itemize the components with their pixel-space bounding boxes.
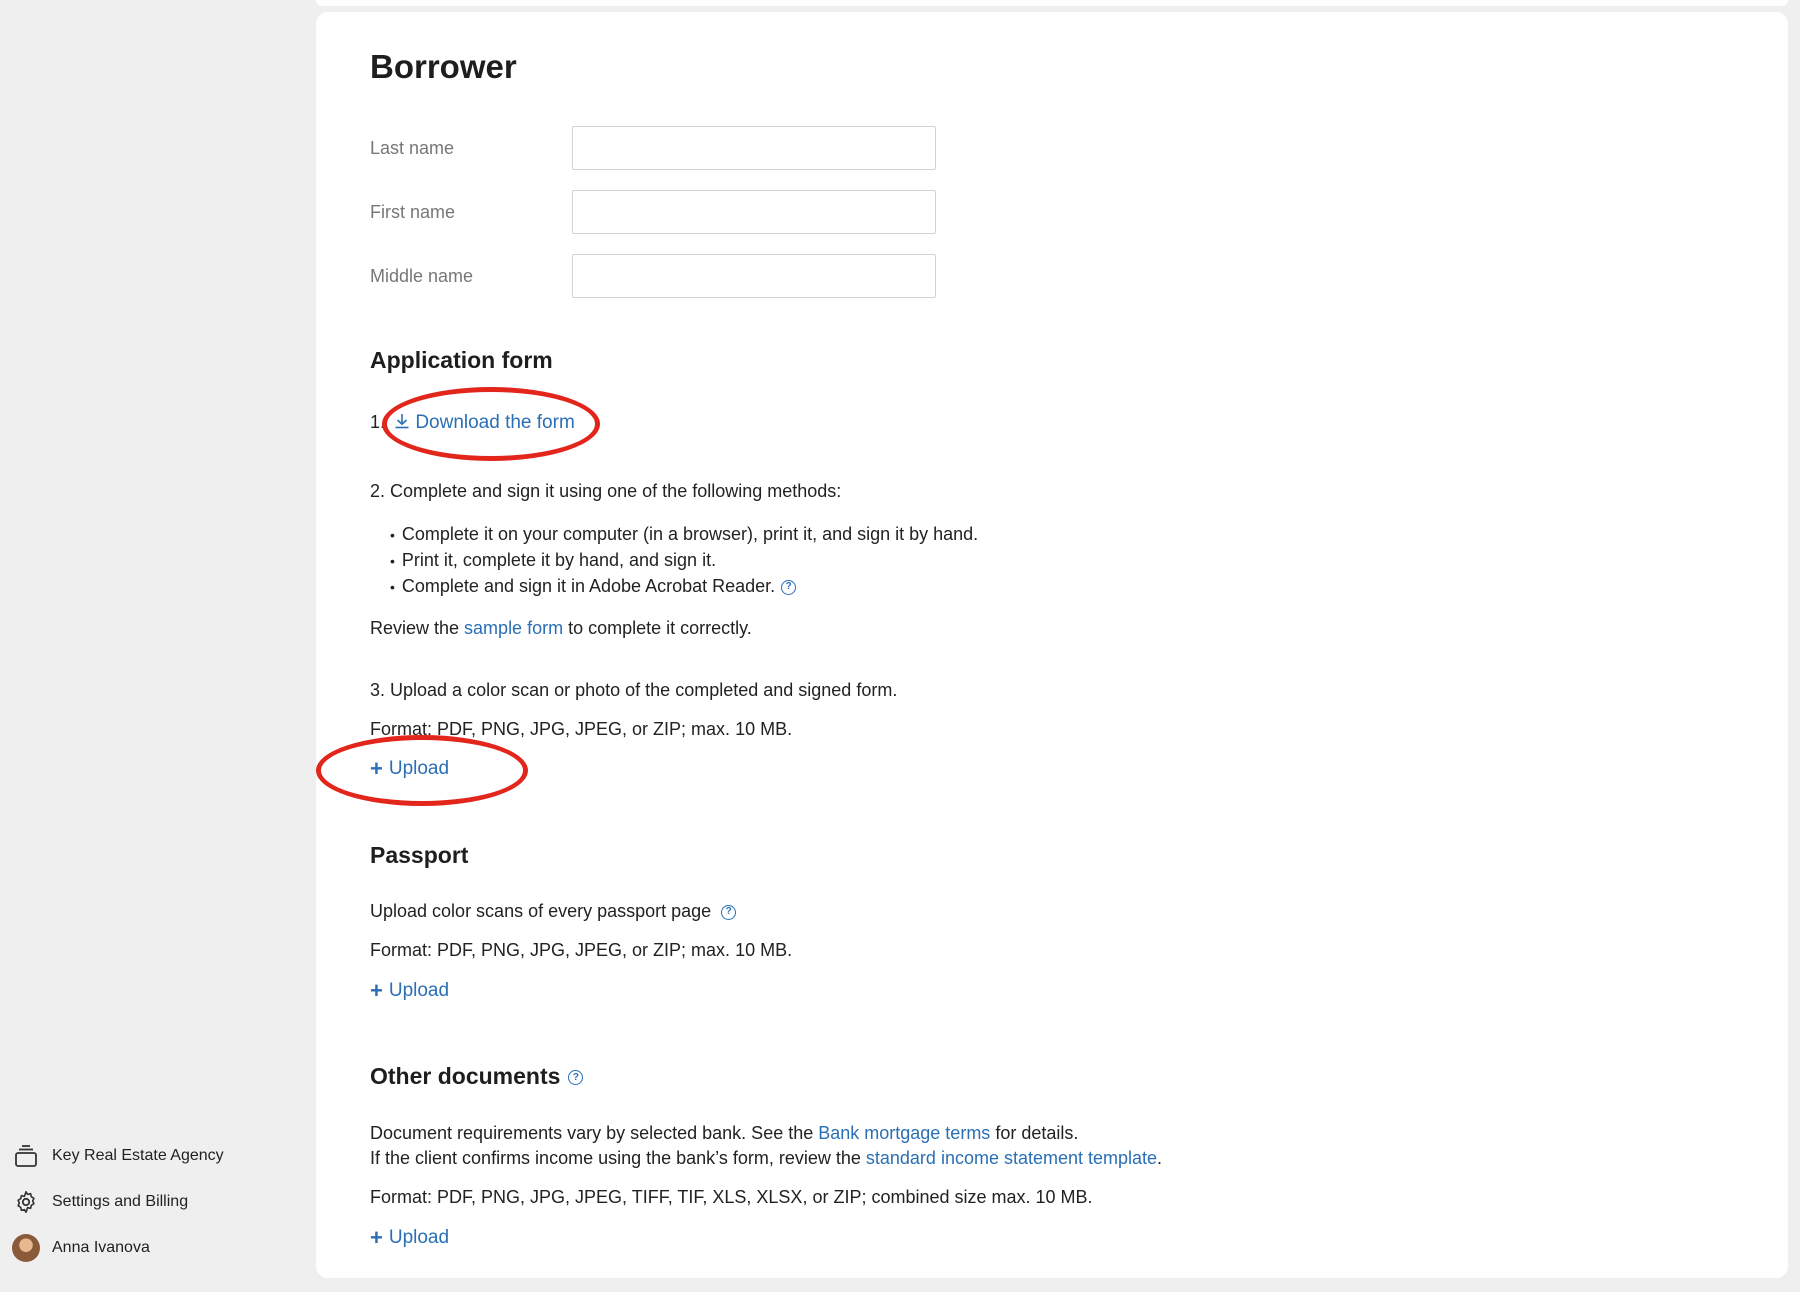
- download-form-label: Download the form: [415, 412, 575, 433]
- passport-instruction: Upload color scans of every passport pag…: [370, 899, 737, 924]
- first-name-row: First name: [370, 190, 970, 236]
- bank-mortgage-terms-link[interactable]: Bank mortgage terms: [818, 1123, 990, 1143]
- passport-upload-button[interactable]: + Upload: [370, 980, 449, 1002]
- step-1: 1. Download the form: [370, 412, 575, 434]
- other-documents-heading: Other documents?: [370, 1063, 584, 1090]
- sidebar-item-label: Anna Ivanova: [52, 1239, 150, 1256]
- upload-label: Upload: [388, 1227, 450, 1248]
- help-icon[interactable]: ?: [721, 904, 737, 920]
- page-title: Borrower: [370, 48, 517, 85]
- avatar: [12, 1234, 40, 1262]
- borrower-card: Borrower Last name First name Middle nam…: [316, 12, 1788, 1278]
- agency-stack-icon: [12, 1142, 40, 1170]
- sidebar-item-label: Key Real Estate Agency: [52, 1147, 224, 1164]
- step-1-number: 1.: [370, 412, 386, 432]
- review-sample-text: Review the sample form to complete it co…: [370, 618, 752, 638]
- application-form-heading: Application form: [370, 347, 553, 373]
- plus-icon: +: [370, 978, 383, 1003]
- help-icon[interactable]: ?: [568, 1070, 584, 1086]
- passport-format-text: Format: PDF, PNG, JPG, JPEG, or ZIP; max…: [370, 940, 793, 960]
- application-upload-button[interactable]: + Upload: [370, 758, 449, 780]
- other-documents-line-1: Document requirements vary by selected b…: [370, 1123, 1079, 1143]
- other-documents-line-2: If the client confirms income using the …: [370, 1148, 1163, 1168]
- sidebar-item-settings[interactable]: Settings and Billing: [12, 1179, 224, 1225]
- last-name-input[interactable]: [572, 126, 936, 170]
- step-3-text: 3. Upload a color scan or photo of the c…: [370, 680, 898, 700]
- last-name-label: Last name: [370, 138, 455, 158]
- sample-form-link[interactable]: sample form: [464, 618, 563, 638]
- list-item: Print it, complete it by hand, and sign …: [390, 548, 978, 574]
- last-name-row: Last name: [370, 126, 970, 172]
- first-name-label: First name: [370, 202, 456, 222]
- passport-heading: Passport: [370, 842, 469, 868]
- gear-icon: [12, 1188, 40, 1216]
- help-icon[interactable]: ?: [781, 579, 797, 595]
- download-icon: [394, 412, 415, 433]
- sidebar-item-profile[interactable]: Anna Ivanova: [12, 1225, 224, 1271]
- sidebar: Key Real Estate Agency Settings and Bill…: [0, 0, 314, 1292]
- application-format-text: Format: PDF, PNG, JPG, JPEG, or ZIP; max…: [370, 719, 793, 739]
- plus-icon: +: [370, 756, 383, 781]
- upload-label: Upload: [388, 758, 450, 779]
- middle-name-row: Middle name: [370, 254, 970, 300]
- income-statement-template-link[interactable]: standard income statement template: [866, 1148, 1157, 1168]
- middle-name-input[interactable]: [572, 254, 936, 298]
- middle-name-label: Middle name: [370, 266, 474, 286]
- list-item: Complete and sign it in Adobe Acrobat Re…: [390, 574, 978, 600]
- other-documents-format-text: Format: PDF, PNG, JPG, JPEG, TIFF, TIF, …: [370, 1187, 1093, 1207]
- first-name-input[interactable]: [572, 190, 936, 234]
- methods-list: Complete it on your computer (in a brows…: [390, 522, 978, 600]
- plus-icon: +: [370, 1225, 383, 1250]
- download-form-link[interactable]: Download the form: [394, 412, 575, 433]
- sidebar-bottom-menu: Key Real Estate Agency Settings and Bill…: [12, 1133, 224, 1271]
- other-documents-upload-button[interactable]: + Upload: [370, 1227, 449, 1249]
- list-item: Complete it on your computer (in a brows…: [390, 522, 978, 548]
- upload-label: Upload: [388, 980, 450, 1001]
- step-2-text: 2. Complete and sign it using one of the…: [370, 481, 842, 501]
- sidebar-item-agency[interactable]: Key Real Estate Agency: [12, 1133, 224, 1179]
- previous-card-edge: [316, 0, 1788, 6]
- sidebar-item-label: Settings and Billing: [52, 1193, 189, 1210]
